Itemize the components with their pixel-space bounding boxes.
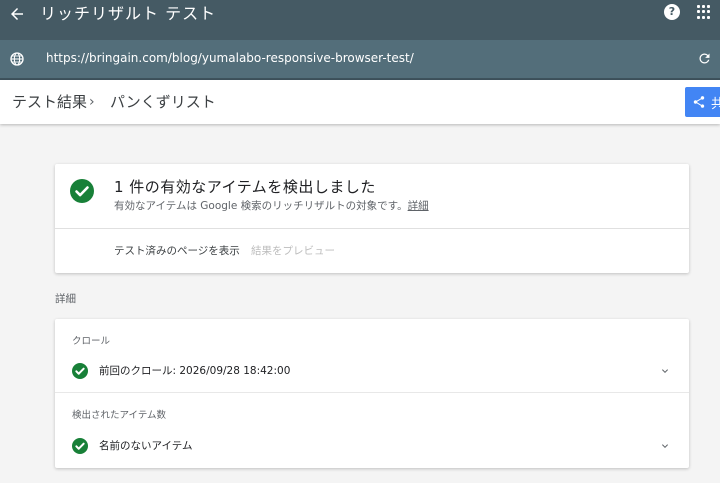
share-icon	[693, 96, 705, 108]
details-divider	[55, 392, 689, 393]
chevron-down-icon[interactable]	[659, 365, 671, 377]
details-link[interactable]: 詳細	[408, 200, 429, 212]
help-icon[interactable]: ?	[664, 4, 680, 20]
app-title: リッチリザルト テスト	[40, 4, 217, 23]
url-bar: https://bringain.com/blog/yumalabo-respo…	[0, 40, 720, 78]
check-circle-icon	[72, 363, 88, 379]
share-button[interactable]: 共	[685, 87, 720, 117]
apps-grid-icon[interactable]	[697, 5, 711, 19]
breadcrumb-separator-icon: ›	[89, 94, 95, 110]
preview-results-button[interactable]: 結果をプレビュー	[251, 244, 335, 258]
summary-divider	[55, 228, 689, 229]
view-tested-page-button[interactable]: テスト済みのページを表示	[114, 244, 240, 258]
globe-icon	[10, 52, 24, 66]
chevron-down-icon[interactable]	[659, 440, 671, 452]
breadcrumb-item-results[interactable]: テスト結果	[12, 92, 87, 112]
crawl-row[interactable]: 前回のクロール: 2026/09/28 18:42:00	[99, 364, 290, 378]
app-bar: リッチリザルト テスト ?	[0, 0, 720, 40]
tested-url[interactable]: https://bringain.com/blog/yumalabo-respo…	[46, 50, 414, 66]
refresh-icon[interactable]	[697, 51, 712, 66]
summary-description-text: 有効なアイテムは Google 検索のリッチリザルトの対象です。	[114, 200, 408, 212]
check-circle-icon	[70, 179, 94, 203]
crawl-label: クロール	[72, 336, 111, 347]
summary-headline: 1 件の有効なアイテムを検出しました	[114, 178, 376, 196]
check-circle-icon	[72, 438, 88, 454]
breadcrumb-item-current: パンくずリスト	[110, 93, 216, 111]
detected-items-label: 検出されたアイテム数	[72, 410, 167, 421]
details-section-title: 詳細	[55, 293, 76, 305]
summary-description: 有効なアイテムは Google 検索のリッチリザルトの対象です。詳細	[114, 199, 429, 213]
detected-item-row[interactable]: 名前のないアイテム	[99, 439, 192, 453]
details-card: クロール 前回のクロール: 2026/09/28 18:42:00 検出されたア…	[55, 319, 689, 468]
share-button-label: 共	[711, 97, 720, 112]
arrow-back-icon[interactable]	[8, 5, 26, 23]
breadcrumb: テスト結果 › パンくずリスト 共	[0, 80, 720, 124]
summary-card: 1 件の有効なアイテムを検出しました 有効なアイテムは Google 検索のリッ…	[55, 164, 689, 273]
